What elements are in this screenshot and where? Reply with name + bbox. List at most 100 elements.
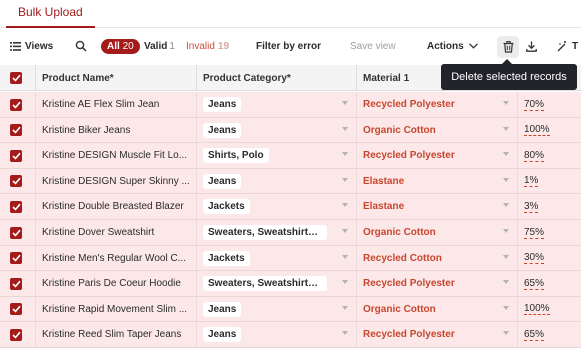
dropdown-caret-icon[interactable] <box>342 203 348 208</box>
select-all-cell <box>0 65 36 91</box>
row-checkbox[interactable] <box>10 303 22 316</box>
filter-by-error-button[interactable]: Filter by error <box>256 29 321 63</box>
search-button[interactable] <box>75 29 87 63</box>
dropdown-caret-icon[interactable] <box>342 331 348 336</box>
filter-valid[interactable]: Valid 1 <box>144 29 175 63</box>
product-category-cell[interactable]: Jackets <box>197 194 357 220</box>
row-checkbox[interactable] <box>10 277 22 290</box>
table-row[interactable]: Kristine AE Flex Slim Jean Jeans Recycled … <box>0 92 581 118</box>
all-label: All <box>107 40 120 52</box>
table-row[interactable]: Kristine Men's Regular Wool C... Jackets R… <box>0 245 581 272</box>
dropdown-caret-icon[interactable] <box>342 101 348 105</box>
product-name-cell[interactable]: Kristine DESIGN Super Skinny ... <box>36 168 197 194</box>
table-row[interactable]: Kristine DESIGN Muscle Fit Lo... Shirts, … <box>0 143 581 169</box>
table-row[interactable]: Kristine Biker Jeans Jeans Organic Cotton 1… <box>0 117 581 144</box>
material-cell[interactable]: Elastane <box>357 194 518 220</box>
dropdown-caret-icon[interactable] <box>503 305 509 310</box>
table-row[interactable]: Kristine Reed Slim Taper Jeans Jeans Recyc… <box>0 322 581 348</box>
material-pct-cell[interactable]: 30% <box>518 246 581 271</box>
row-checkbox[interactable] <box>10 124 22 137</box>
row-checkbox[interactable] <box>10 149 22 162</box>
material-cell[interactable]: Recycled Polyester <box>357 143 518 169</box>
product-category-cell[interactable]: Sweaters, Sweatshirts, ... <box>197 220 357 245</box>
material-pct-cell[interactable]: 80% <box>518 143 581 168</box>
dropdown-caret-icon[interactable] <box>342 280 348 285</box>
table-row[interactable]: Kristine Double Breasted Blazer Jackets El… <box>0 194 581 220</box>
material-cell[interactable]: Organic Cotton <box>357 117 518 143</box>
row-checkbox[interactable] <box>10 98 22 111</box>
material-pct-cell[interactable]: 70% <box>518 92 581 117</box>
material-cell[interactable]: Recycled Cotton <box>357 245 518 271</box>
product-name-cell[interactable]: Kristine Men's Regular Wool C... <box>36 245 197 271</box>
product-category-cell[interactable]: Sweaters, Sweatshirts, ... <box>197 271 357 297</box>
row-checkbox[interactable] <box>10 328 22 341</box>
save-view-button[interactable]: Save view <box>350 29 396 63</box>
material-pct-cell[interactable]: 100% <box>518 118 581 143</box>
dropdown-caret-icon[interactable] <box>503 101 509 105</box>
material-cell[interactable]: Recycled Polyester <box>357 271 518 297</box>
material-cell[interactable]: Organic Cotton <box>357 296 518 322</box>
product-category-cell[interactable]: Jackets <box>197 245 357 271</box>
views-button[interactable]: Views <box>10 29 53 63</box>
table-row[interactable]: Kristine Dover Sweatshirt Sweaters, Sweat… <box>0 220 581 246</box>
row-checkbox[interactable] <box>10 200 22 213</box>
material-pct-cell[interactable]: 100% <box>518 297 581 322</box>
product-category-cell[interactable]: Jeans <box>197 92 357 117</box>
product-name-cell[interactable]: Kristine Reed Slim Taper Jeans <box>36 322 197 348</box>
table-row[interactable]: Kristine Rapid Movement Slim ... Jeans Org… <box>0 296 581 323</box>
dropdown-caret-icon[interactable] <box>503 203 509 208</box>
material-cell[interactable]: Elastane <box>357 168 518 194</box>
delete-selected-button[interactable] <box>497 36 519 58</box>
material-cell[interactable]: Recycled Polyester <box>357 92 518 117</box>
material-pct-cell[interactable]: 65% <box>518 322 581 347</box>
material-percent: 65% <box>524 328 545 341</box>
dropdown-caret-icon[interactable] <box>342 177 348 182</box>
dropdown-caret-icon[interactable] <box>342 126 348 131</box>
product-category-cell[interactable]: Jeans <box>197 322 357 348</box>
dropdown-caret-icon[interactable] <box>503 254 509 259</box>
filter-invalid[interactable]: Invalid 19 <box>186 29 229 63</box>
dropdown-caret-icon[interactable] <box>503 152 509 157</box>
material-cell[interactable]: Recycled Polyester <box>357 322 518 348</box>
product-category-cell[interactable]: Shirts, Polo <box>197 143 357 169</box>
product-name-cell[interactable]: Kristine Biker Jeans <box>36 117 197 143</box>
table-row[interactable]: Kristine Paris De Coeur Hoodie Sweaters, … <box>0 271 581 297</box>
product-name-cell[interactable]: Kristine Rapid Movement Slim ... <box>36 296 197 322</box>
product-category-cell[interactable]: Jeans <box>197 117 357 143</box>
dropdown-caret-icon[interactable] <box>342 254 348 259</box>
material-pct-cell[interactable]: 3% <box>518 194 581 219</box>
product-category-cell[interactable]: Jeans <box>197 168 357 194</box>
product-name-cell[interactable]: Kristine Double Breasted Blazer <box>36 194 197 220</box>
select-all-checkbox[interactable] <box>10 72 22 84</box>
row-checkbox[interactable] <box>10 252 22 265</box>
row-checkbox[interactable] <box>10 175 22 188</box>
dropdown-caret-icon[interactable] <box>503 229 509 233</box>
product-name-cell[interactable]: Kristine Dover Sweatshirt <box>36 220 197 245</box>
column-header-product-name[interactable]: Product Name* <box>36 65 197 91</box>
dropdown-caret-icon[interactable] <box>342 305 348 310</box>
filter-all-pill[interactable]: All 20 <box>101 29 140 63</box>
material-pct-cell[interactable]: 65% <box>518 271 581 296</box>
material-pct-cell[interactable]: 75% <box>518 220 581 245</box>
dropdown-caret-icon[interactable] <box>503 126 509 131</box>
product-name-cell[interactable]: Kristine Paris De Coeur Hoodie <box>36 271 197 297</box>
material-cell[interactable]: Organic Cotton <box>357 220 518 245</box>
material-pct-cell[interactable]: 1% <box>518 169 581 194</box>
dropdown-caret-icon[interactable] <box>342 229 348 233</box>
dropdown-caret-icon[interactable] <box>503 280 509 285</box>
tab-bulk-upload[interactable]: Bulk Upload <box>6 0 95 28</box>
product-name-cell[interactable]: Kristine AE Flex Slim Jean <box>36 92 197 117</box>
column-header-product-category[interactable]: Product Category* <box>197 65 357 91</box>
transform-button[interactable]: T <box>557 29 578 63</box>
dropdown-caret-icon[interactable] <box>342 152 348 157</box>
category-chip: Jeans <box>203 173 242 189</box>
table-row[interactable]: Kristine DESIGN Super Skinny ... Jeans Ela… <box>0 168 581 195</box>
row-checkbox[interactable] <box>10 226 22 239</box>
checkmark-icon <box>11 126 21 134</box>
actions-dropdown[interactable]: Actions <box>427 29 478 63</box>
product-category-cell[interactable]: Jeans <box>197 296 357 322</box>
product-name-cell[interactable]: Kristine DESIGN Muscle Fit Lo... <box>36 143 197 169</box>
dropdown-caret-icon[interactable] <box>503 331 509 336</box>
dropdown-caret-icon[interactable] <box>503 177 509 182</box>
download-button[interactable] <box>526 29 537 63</box>
